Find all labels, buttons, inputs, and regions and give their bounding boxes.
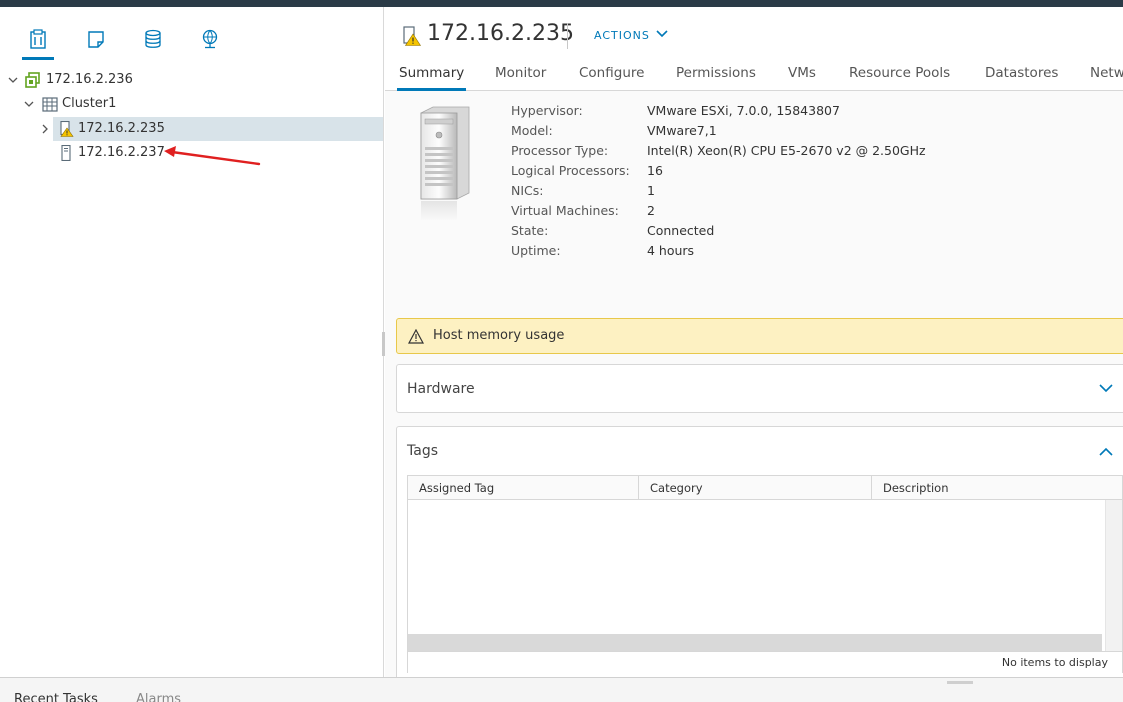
- networking-icon[interactable]: [198, 27, 222, 51]
- property-key: Virtual Machines:: [511, 203, 619, 218]
- tags-card: Tags Assigned Tag Category Description N…: [396, 426, 1123, 686]
- property-value: VMware ESXi, 7.0.0, 15843807: [647, 103, 840, 118]
- hosts-and-clusters-icon[interactable]: [22, 27, 54, 60]
- chevron-right-icon[interactable]: [40, 124, 50, 134]
- column-header-description[interactable]: Description: [883, 481, 949, 495]
- warning-icon: [407, 328, 425, 348]
- tree-item-label: 172.16.2.236: [46, 72, 133, 87]
- cluster-icon: [42, 96, 58, 112]
- tab-vms[interactable]: VMs: [788, 65, 816, 91]
- card-title: Tags: [407, 443, 438, 459]
- horizontal-scrollbar[interactable]: [408, 634, 1102, 651]
- alert-text: Host memory usage: [433, 328, 565, 343]
- top-header-bar: [0, 0, 1123, 7]
- column-resizer[interactable]: [871, 476, 872, 500]
- property-key: Hypervisor:: [511, 103, 583, 118]
- chevron-up-icon[interactable]: [1099, 446, 1113, 461]
- header-divider: [567, 23, 568, 49]
- datacenter-icon: [25, 72, 41, 88]
- host-warning-icon: [58, 120, 74, 137]
- property-key: Uptime:: [511, 243, 561, 258]
- object-header: 172.16.2.235 ACTIONS Summary Monitor Con…: [385, 7, 1123, 91]
- tab-configure[interactable]: Configure: [579, 65, 644, 91]
- main-content: 172.16.2.235 ACTIONS Summary Monitor Con…: [385, 7, 1123, 686]
- tree-item-label: Cluster1: [62, 96, 117, 111]
- actions-label: ACTIONS: [594, 29, 650, 42]
- tab-networks[interactable]: Netw: [1090, 65, 1123, 91]
- property-value: Intel(R) Xeon(R) CPU E5-2670 v2 @ 2.50GH…: [647, 143, 926, 158]
- chevron-down-icon[interactable]: [8, 75, 18, 85]
- tab-permissions[interactable]: Permissions: [676, 65, 756, 91]
- property-key: State:: [511, 223, 549, 238]
- column-resizer[interactable]: [638, 476, 639, 500]
- tree-item-cluster[interactable]: Cluster1: [0, 92, 383, 116]
- tab-resource-pools[interactable]: Resource Pools: [849, 65, 950, 91]
- bottom-panel: Recent Tasks Alarms: [0, 677, 1123, 702]
- inventory-navigator: 172.16.2.236 Cluster1 172.16.2.235 172.1…: [0, 7, 384, 677]
- property-value: VMware7,1: [647, 123, 717, 138]
- property-value: 16: [647, 163, 663, 178]
- annotation-arrow-icon: [164, 146, 261, 166]
- chevron-down-icon[interactable]: [24, 99, 34, 109]
- actions-menu-button[interactable]: ACTIONS: [594, 29, 668, 42]
- grid-footer: No items to display: [408, 651, 1122, 673]
- tree-item-host-selected[interactable]: 172.16.2.235: [0, 117, 383, 141]
- property-key: Logical Processors:: [511, 163, 630, 178]
- tags-grid: Assigned Tag Category Description No ite…: [407, 475, 1123, 673]
- column-header-category[interactable]: Category: [650, 481, 703, 495]
- property-key: Model:: [511, 123, 553, 138]
- page-title: 172.16.2.235: [427, 21, 574, 46]
- tree-item-label: 172.16.2.237: [78, 145, 165, 160]
- column-header-assigned-tag[interactable]: Assigned Tag: [419, 481, 494, 495]
- vertical-scrollbar[interactable]: [1105, 500, 1122, 651]
- grid-header: Assigned Tag Category Description: [408, 476, 1122, 500]
- tab-alarms[interactable]: Alarms: [136, 692, 181, 702]
- property-value: 2: [647, 203, 655, 218]
- tab-summary[interactable]: Summary: [396, 65, 467, 91]
- server-illustration-icon: [420, 106, 470, 221]
- property-value: 1: [647, 183, 655, 198]
- tree-item-label: 172.16.2.235: [78, 121, 165, 136]
- tab-recent-tasks[interactable]: Recent Tasks: [14, 692, 98, 702]
- object-tabs: Summary Monitor Configure Permissions VM…: [385, 65, 1123, 91]
- host-warning-icon: [401, 26, 422, 50]
- tab-monitor[interactable]: Monitor: [495, 65, 546, 91]
- property-key: Processor Type:: [511, 143, 609, 158]
- property-value: Connected: [647, 223, 715, 238]
- host-icon: [58, 144, 74, 162]
- card-title: Hardware: [407, 381, 475, 397]
- vms-and-templates-icon[interactable]: [84, 27, 108, 51]
- tab-datastores[interactable]: Datastores: [985, 65, 1058, 91]
- navigator-view-switcher: [0, 7, 384, 65]
- property-key: NICs:: [511, 183, 544, 198]
- panel-resize-handle[interactable]: [947, 681, 973, 684]
- chevron-down-icon: [656, 29, 668, 42]
- storage-icon[interactable]: [141, 27, 165, 51]
- tree-item-datacenter[interactable]: 172.16.2.236: [0, 68, 383, 92]
- chevron-down-icon[interactable]: [1099, 382, 1113, 397]
- hardware-card: Hardware: [396, 364, 1123, 413]
- empty-grid-message: No items to display: [1001, 656, 1108, 669]
- memory-alert-banner[interactable]: Host memory usage: [396, 318, 1123, 354]
- property-value: 4 hours: [647, 243, 695, 258]
